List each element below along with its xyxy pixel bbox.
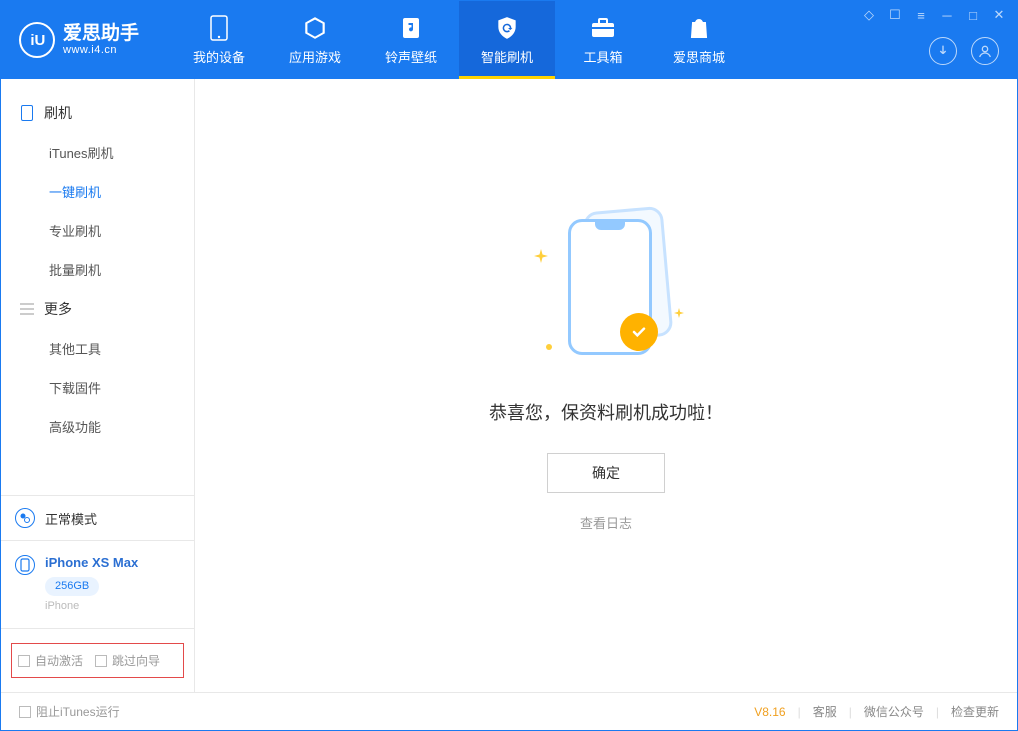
sidebar-item-oneclick-flash[interactable]: 一键刷机 <box>1 172 194 211</box>
sparkle-icon <box>534 249 548 268</box>
check-update-link[interactable]: 检查更新 <box>951 703 999 720</box>
lock-icon[interactable]: ☐ <box>887 7 903 23</box>
device-name: iPhone XS Max <box>45 553 138 574</box>
checkbox-label: 跳过向导 <box>112 652 160 669</box>
nav-label: 我的设备 <box>193 47 245 66</box>
logo-icon: iU <box>19 22 55 58</box>
sidebar-item-itunes-flash[interactable]: iTunes刷机 <box>1 133 194 172</box>
toolbox-icon <box>590 15 616 41</box>
checkbox-label: 阻止iTunes运行 <box>36 703 120 720</box>
top-nav: 我的设备 应用游戏 铃声壁纸 智能刷机 工具箱 爱思商城 <box>171 1 747 79</box>
mode-card[interactable]: 正常模式 <box>1 496 194 540</box>
separator: | <box>798 705 801 719</box>
nav-smart-flash[interactable]: 智能刷机 <box>459 1 555 79</box>
sidebar-item-other-tools[interactable]: 其他工具 <box>1 329 194 368</box>
view-log-link[interactable]: 查看日志 <box>489 513 723 532</box>
sidebar-item-advanced[interactable]: 高级功能 <box>1 407 194 446</box>
main-content: 恭喜您，保资料刷机成功啦！ 确定 查看日志 <box>195 79 1017 692</box>
status-bar: 阻止iTunes运行 V8.16 | 客服 | 微信公众号 | 检查更新 <box>1 692 1017 730</box>
app-url: www.i4.cn <box>63 44 139 56</box>
mode-label: 正常模式 <box>45 509 97 528</box>
success-message: 恭喜您，保资料刷机成功啦！ <box>489 399 723 425</box>
sidebar: 刷机 iTunes刷机 一键刷机 专业刷机 批量刷机 更多 其他工具 下载固件 … <box>1 79 195 692</box>
checkbox-label: 自动激活 <box>35 652 83 669</box>
device-card[interactable]: iPhone XS Max 256GB iPhone <box>1 540 194 628</box>
phone-outline-icon <box>19 106 34 121</box>
checkbox-icon <box>18 655 30 667</box>
sidebar-item-pro-flash[interactable]: 专业刷机 <box>1 211 194 250</box>
sidebar-item-download-fw[interactable]: 下载固件 <box>1 368 194 407</box>
title-bar: iU 爱思助手 www.i4.cn 我的设备 应用游戏 铃声壁纸 智能刷机 工具… <box>1 1 1017 79</box>
checkbox-icon <box>95 655 107 667</box>
device-icon <box>15 555 35 575</box>
mode-icon <box>15 508 35 528</box>
sidebar-group-flash: 刷机 <box>1 93 194 133</box>
close-button[interactable]: ✕ <box>991 7 1007 23</box>
success-illustration <box>506 209 706 379</box>
header-actions <box>929 37 999 65</box>
user-button[interactable] <box>971 37 999 65</box>
nav-store[interactable]: 爱思商城 <box>651 1 747 79</box>
list-icon <box>19 302 34 317</box>
bag-icon <box>686 15 712 41</box>
nav-ring-wall[interactable]: 铃声壁纸 <box>363 1 459 79</box>
version-label: V8.16 <box>754 705 785 719</box>
nav-my-device[interactable]: 我的设备 <box>171 1 267 79</box>
minimize-button[interactable]: ─ <box>939 8 955 23</box>
auto-activate-checkbox[interactable]: 自动激活 <box>18 652 83 669</box>
nav-label: 应用游戏 <box>289 47 341 66</box>
wechat-link[interactable]: 微信公众号 <box>864 703 924 720</box>
group-title: 更多 <box>44 299 72 319</box>
shield-refresh-icon <box>494 15 520 41</box>
app-name: 爱思助手 <box>63 24 139 45</box>
device-capacity: 256GB <box>45 577 99 597</box>
sidebar-item-batch-flash[interactable]: 批量刷机 <box>1 250 194 289</box>
cube-icon <box>302 15 328 41</box>
app-logo: iU 爱思助手 www.i4.cn <box>19 22 139 58</box>
svg-text:iU: iU <box>30 32 45 49</box>
maximize-button[interactable]: □ <box>965 8 981 23</box>
dot-icon <box>546 337 552 355</box>
skip-wizard-checkbox[interactable]: 跳过向导 <box>95 652 160 669</box>
customer-service-link[interactable]: 客服 <box>813 703 837 720</box>
nav-label: 爱思商城 <box>673 47 725 66</box>
nav-label: 铃声壁纸 <box>385 47 437 66</box>
download-button[interactable] <box>929 37 957 65</box>
music-note-icon <box>398 15 424 41</box>
sidebar-group-more: 更多 <box>1 289 194 329</box>
separator: | <box>849 705 852 719</box>
highlighted-options: 自动激活 跳过向导 <box>11 643 184 678</box>
phone-icon <box>206 15 232 41</box>
ok-button[interactable]: 确定 <box>547 453 665 493</box>
separator: | <box>936 705 939 719</box>
check-badge-icon <box>620 313 658 351</box>
block-itunes-checkbox[interactable]: 阻止iTunes运行 <box>19 703 120 720</box>
checkbox-icon <box>19 706 31 718</box>
shirt-icon[interactable]: ◇ <box>861 7 877 23</box>
sparkle-icon <box>674 305 684 323</box>
nav-label: 工具箱 <box>584 47 623 66</box>
nav-apps-games[interactable]: 应用游戏 <box>267 1 363 79</box>
nav-label: 智能刷机 <box>481 47 533 66</box>
device-type: iPhone <box>45 598 138 616</box>
window-controls: ◇ ☐ ≡ ─ □ ✕ <box>861 7 1007 23</box>
nav-toolbox[interactable]: 工具箱 <box>555 1 651 79</box>
group-title: 刷机 <box>44 103 72 123</box>
menu-icon[interactable]: ≡ <box>913 8 929 23</box>
